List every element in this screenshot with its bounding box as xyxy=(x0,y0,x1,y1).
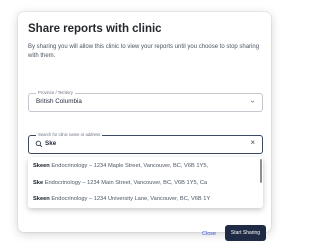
close-icon[interactable]: × xyxy=(250,138,255,147)
search-icon xyxy=(35,140,43,148)
share-reports-dialog: Share reports with clinic By sharing you… xyxy=(18,12,271,241)
dialog-title: Share reports with clinic xyxy=(28,23,162,35)
list-item[interactable]: Skeen Endocrinology – 1234 University La… xyxy=(28,192,263,207)
result-text: Endocrinology – 1234 Maple Street, Vanco… xyxy=(49,163,209,169)
close-button[interactable]: Close xyxy=(202,231,216,237)
search-results-dropdown: Skeen Endocrinology – 1234 Maple Street,… xyxy=(28,157,263,208)
province-label: Province / Territory xyxy=(36,90,75,96)
province-value: British Columbia xyxy=(36,98,82,105)
clinic-search-field[interactable]: Search for clinic name or address Ske × xyxy=(28,132,263,154)
dialog-description: By sharing you will allow this clinic to… xyxy=(28,44,260,59)
list-item[interactable]: Ske Endocrinology – 1234 Main Street, Va… xyxy=(28,176,263,191)
province-select[interactable]: Province / Territory British Columbia xyxy=(28,90,263,112)
search-input[interactable]: Ske xyxy=(45,140,56,147)
result-text: Endocrinology – 1234 University Lane, Va… xyxy=(49,196,211,202)
search-label: Search for clinic name or address xyxy=(36,132,103,138)
scrollbar[interactable] xyxy=(260,159,262,183)
result-match: Skeen xyxy=(33,163,50,169)
chevron-down-icon[interactable] xyxy=(250,99,255,104)
result-match: Skeen xyxy=(33,196,50,202)
start-sharing-button[interactable]: Start Sharing xyxy=(225,225,266,241)
result-match: Ske xyxy=(33,179,44,186)
list-item[interactable]: Skeen Endocrinology – 1234 Maple Street,… xyxy=(28,159,263,174)
result-text: Endocrinology – 1234 Main Street, Vancou… xyxy=(43,179,208,186)
